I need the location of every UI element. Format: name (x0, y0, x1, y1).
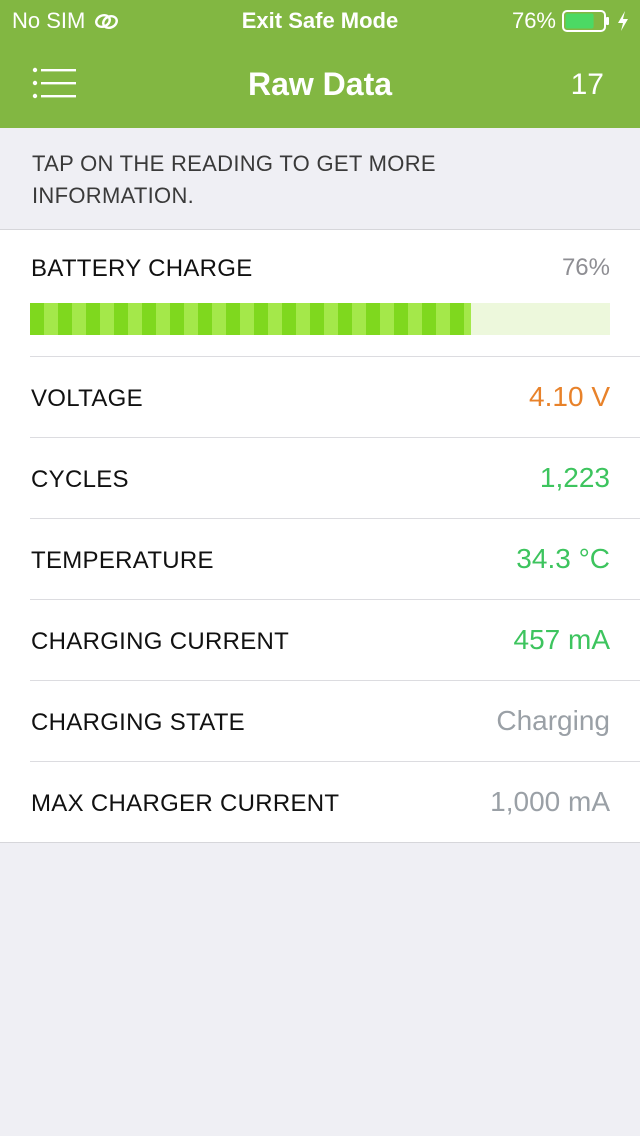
battery-percent-text: 76% (511, 8, 556, 33)
reading-row-max-charger-current[interactable]: MAX CHARGER CURRENT 1,000 mA (30, 762, 640, 843)
reading-count: 17 (570, 68, 604, 101)
battery-charge-fill (30, 303, 471, 335)
navigation-bar: Raw Data 17 (0, 52, 640, 116)
reading-value: Charging (496, 705, 610, 736)
battery-icon (562, 10, 610, 32)
reading-value: 4.10 V (529, 381, 610, 412)
reading-row-temperature[interactable]: TEMPERATURE 34.3 °C (30, 519, 640, 600)
instruction-text: TAP ON THE READING TO GET MORE INFORMATI… (32, 151, 436, 208)
reading-label: CYCLES (31, 466, 129, 493)
reading-value: 457 mA (513, 624, 611, 655)
reading-value: 34.3 °C (516, 543, 610, 574)
charging-bolt-icon (616, 10, 630, 32)
reading-label: MAX CHARGER CURRENT (31, 790, 340, 817)
status-right: 76% (512, 8, 630, 34)
reading-label: CHARGING STATE (31, 709, 245, 736)
reading-value: 1,000 mA (490, 786, 610, 817)
reading-row-battery-charge[interactable]: BATTERY CHARGE 76% (30, 230, 640, 357)
reading-row-voltage[interactable]: VOLTAGE 4.10 V (30, 357, 640, 438)
reading-label: BATTERY CHARGE (31, 255, 253, 282)
status-bar: No SIM Exit Safe Mode 76% (0, 0, 640, 40)
reading-row-charging-current[interactable]: CHARGING CURRENT 457 mA (30, 600, 640, 681)
readings-list: BATTERY CHARGE 76% VOLTAGE 4.10 V CYCLES… (0, 229, 640, 843)
battery-charge-bar (30, 303, 610, 335)
header-bar: No SIM Exit Safe Mode 76% Raw Data 17 (0, 0, 640, 128)
reading-label: VOLTAGE (31, 385, 143, 412)
reading-value: 1,223 (539, 462, 610, 493)
reading-row-charging-state[interactable]: CHARGING STATE Charging (30, 681, 640, 762)
page-title: Raw Data (247, 66, 393, 102)
reading-label: CHARGING CURRENT (31, 628, 290, 655)
reading-label: TEMPERATURE (31, 547, 214, 574)
reading-row-cycles[interactable]: CYCLES 1,223 (30, 438, 640, 519)
reading-value: 76% (561, 254, 610, 281)
